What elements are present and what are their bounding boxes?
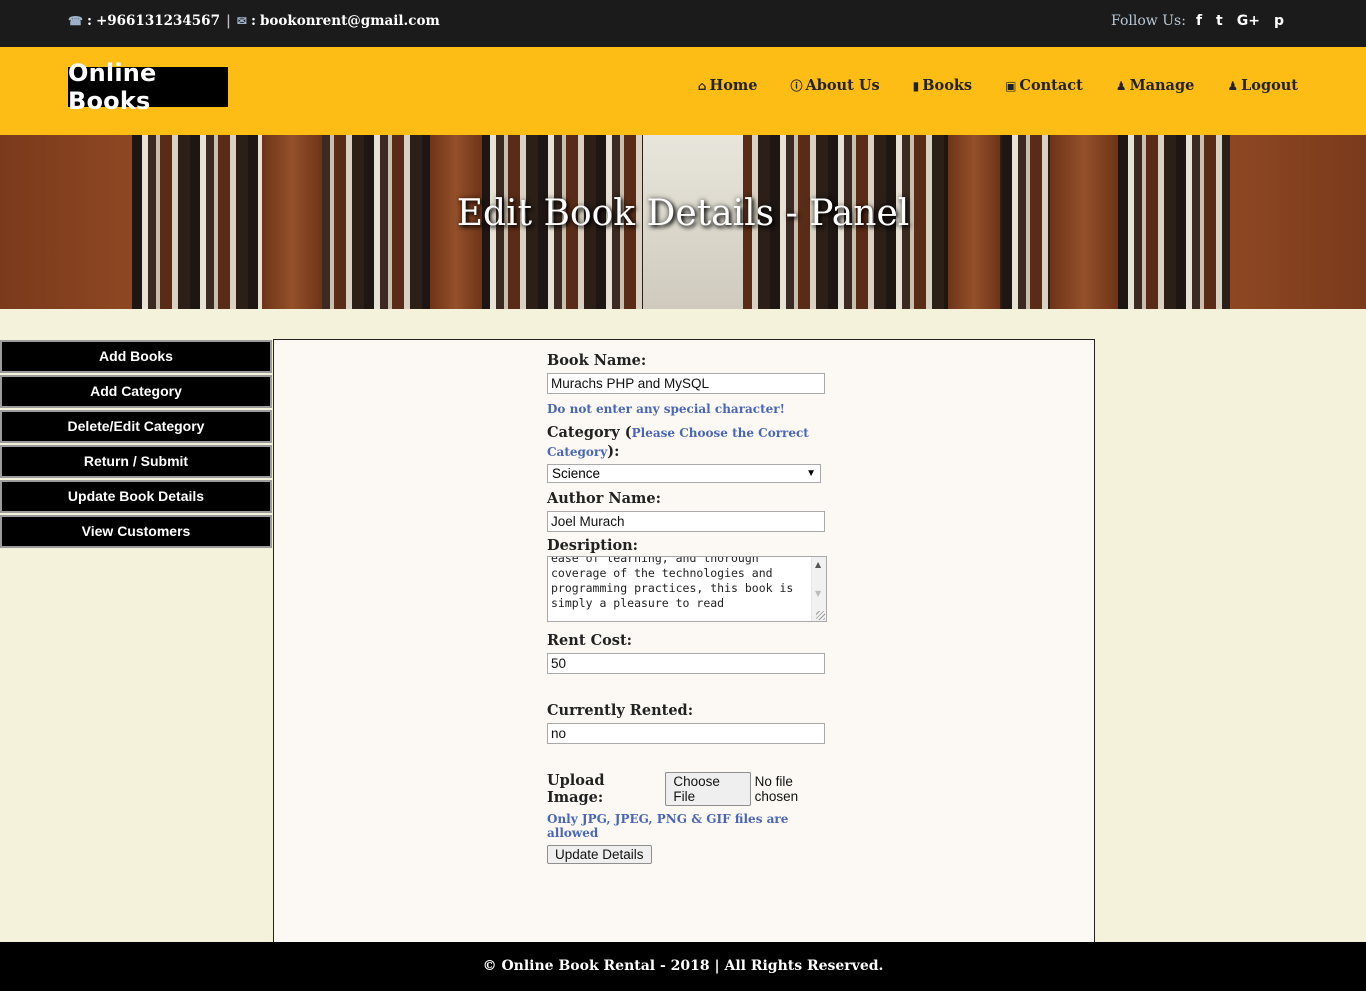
upload-hint: Only JPG, JPEG, PNG & GIF files are allo… bbox=[547, 812, 789, 840]
top-bar: ☎ : +966131234567 | ✉ : bookonrent@gmail… bbox=[0, 0, 1366, 47]
choose-file-button[interactable]: Choose File bbox=[665, 772, 751, 806]
resize-grip-icon[interactable] bbox=[816, 611, 825, 620]
category-label-end: ): bbox=[607, 443, 620, 460]
hero-banner: Edit Book Details - Panel bbox=[0, 135, 1366, 309]
sidebar-item-view-customers[interactable]: View Customers bbox=[0, 515, 272, 548]
nav-books[interactable]: ▮ Books bbox=[913, 77, 972, 94]
phone-number: +966131234567 bbox=[95, 13, 220, 29]
user-icon: ♟ bbox=[1115, 78, 1127, 93]
email-address[interactable]: bookonrent@gmail.com bbox=[260, 13, 440, 29]
no-file-text: No file chosen bbox=[754, 774, 799, 804]
page-title: Edit Book Details - Panel bbox=[456, 193, 910, 234]
main-nav: ⌂ Home ⓘ About Us ▮ Books ▣ Contact ♟ Manage … bbox=[698, 77, 1298, 94]
google-plus-icon[interactable]: G+ bbox=[1237, 13, 1260, 29]
phone-prefix: : bbox=[86, 13, 92, 29]
twitter-icon[interactable]: t bbox=[1216, 13, 1223, 29]
sidebar-item-delete-edit-category[interactable]: Delete/Edit Category bbox=[0, 410, 272, 443]
user-icon: ♟ bbox=[1227, 78, 1239, 93]
email-prefix: : bbox=[250, 13, 256, 29]
social-links: Follow Us: f t G+ p bbox=[1111, 13, 1284, 29]
nav-manage[interactable]: ♟ Manage bbox=[1116, 77, 1195, 94]
site-header: Online Books ⌂ Home ⓘ About Us ▮ Books ▣ Con… bbox=[0, 47, 1366, 135]
rent-cost-input[interactable] bbox=[547, 653, 825, 674]
upload-image-label: Upload Image: bbox=[547, 772, 605, 806]
sidebar-item-update-book-details[interactable]: Update Book Details bbox=[0, 480, 272, 513]
nav-contact[interactable]: ▣ Contact bbox=[1005, 77, 1083, 94]
nav-books-label: Books bbox=[922, 77, 973, 94]
info-icon: ⓘ bbox=[790, 79, 803, 93]
textarea-scrollbar[interactable]: ▲ ▼ bbox=[811, 557, 826, 621]
phone-icon: ☎ bbox=[68, 14, 83, 28]
book-icon: ▮ bbox=[912, 78, 920, 93]
book-name-hint: Do not enter any special character! bbox=[547, 402, 785, 416]
nav-home[interactable]: ⌂ Home bbox=[698, 77, 758, 94]
description-label: Desription: bbox=[547, 537, 639, 554]
upload-row: Upload Image: Choose File No file chosen bbox=[547, 772, 837, 806]
site-logo[interactable]: Online Books bbox=[68, 59, 228, 115]
rent-cost-label: Rent Cost: bbox=[547, 632, 632, 649]
category-selected: Science bbox=[552, 466, 601, 481]
description-textarea[interactable]: ease of learning, and thorough coverage … bbox=[547, 556, 827, 622]
book-name-label: Book Name: bbox=[547, 352, 647, 369]
category-label-row: Category (Please Choose the Correct Cate… bbox=[547, 422, 837, 460]
scroll-down-icon[interactable]: ▼ bbox=[815, 589, 821, 598]
nav-contact-label: Contact bbox=[1019, 77, 1083, 94]
nav-about-label: About Us bbox=[805, 77, 880, 94]
contact-divider: | bbox=[225, 13, 231, 29]
scroll-up-icon[interactable]: ▲ bbox=[815, 560, 821, 569]
currently-rented-input[interactable] bbox=[547, 723, 825, 744]
admin-sidebar: Add Books Add Category Delete/Edit Categ… bbox=[0, 340, 272, 550]
address-book-icon: ▣ bbox=[1005, 78, 1017, 93]
sidebar-item-return-submit[interactable]: Return / Submit bbox=[0, 445, 272, 478]
description-text: ease of learning, and thorough coverage … bbox=[551, 556, 801, 610]
follow-label: Follow Us: bbox=[1111, 13, 1186, 29]
site-footer: © Online Book Rental - 2018 | All Rights… bbox=[0, 942, 1366, 991]
nav-home-label: Home bbox=[709, 77, 758, 94]
nav-manage-label: Manage bbox=[1129, 77, 1195, 94]
currently-rented-label: Currently Rented: bbox=[547, 702, 694, 719]
home-icon: ⌂ bbox=[697, 78, 707, 93]
sidebar-item-add-books[interactable]: Add Books bbox=[0, 340, 272, 373]
nav-logout[interactable]: ♟ Logout bbox=[1227, 77, 1298, 94]
category-label: Category ( bbox=[547, 424, 632, 441]
chevron-down-icon: ▼ bbox=[806, 468, 816, 479]
pinterest-icon[interactable]: p bbox=[1274, 13, 1284, 29]
update-details-button[interactable]: Update Details bbox=[547, 845, 652, 864]
nav-about[interactable]: ⓘ About Us bbox=[790, 77, 879, 94]
edit-book-form: Book Name: Do not enter any special char… bbox=[547, 352, 837, 864]
book-name-input[interactable] bbox=[547, 373, 825, 394]
nav-logout-label: Logout bbox=[1241, 77, 1298, 94]
author-input[interactable] bbox=[547, 511, 825, 532]
author-label: Author Name: bbox=[547, 490, 661, 507]
contact-info: ☎ : +966131234567 | ✉ : bookonrent@gmail… bbox=[68, 13, 440, 29]
category-select[interactable]: Science ▼ bbox=[547, 464, 821, 483]
edit-book-panel: Book Name: Do not enter any special char… bbox=[273, 339, 1095, 943]
envelope-icon: ✉ bbox=[236, 14, 247, 28]
sidebar-item-add-category[interactable]: Add Category bbox=[0, 375, 272, 408]
facebook-icon[interactable]: f bbox=[1196, 13, 1202, 29]
